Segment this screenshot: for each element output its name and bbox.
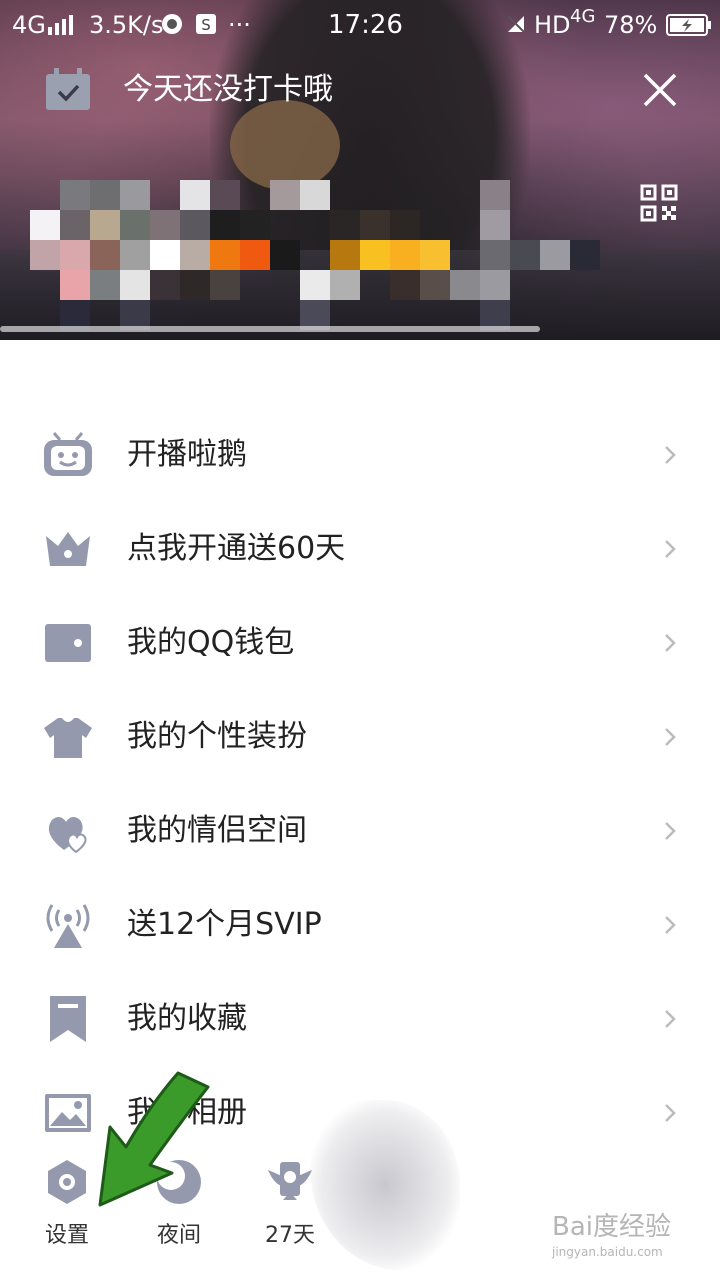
status-bar: 4G 3.5K/s S ··· 17:26 HD 4G 78% (0, 0, 720, 50)
chevron-right-icon (665, 1010, 676, 1028)
chevron-right-icon (665, 1104, 676, 1122)
annotation-arrow-icon (98, 1071, 210, 1207)
more-notifications-dots: ··· (228, 11, 251, 39)
menu-label: 点我开通送60天 (127, 531, 346, 566)
svg-text:S: S (201, 16, 211, 34)
chevron-right-icon (665, 540, 676, 558)
menu-item-svip-offer[interactable]: 送12个月SVIP (0, 878, 720, 972)
clock: 17:26 (328, 10, 403, 40)
header-edge-highlight (0, 326, 540, 332)
days-label: 27天 (265, 1223, 315, 1248)
photo-icon (45, 1094, 91, 1132)
winged-badge-icon (268, 1162, 312, 1200)
app-notification-icon (162, 14, 182, 34)
tshirt-icon (44, 718, 92, 758)
chevron-right-icon (665, 916, 676, 934)
menu-label: 送12个月SVIP (127, 907, 322, 942)
checkin-bar[interactable]: 今天还没打卡哦 (0, 60, 720, 120)
close-icon[interactable] (640, 70, 680, 110)
menu-item-favorites[interactable]: 我的收藏 (0, 972, 720, 1066)
menu-item-couple-space[interactable]: 我的情侣空间 (0, 784, 720, 878)
broadcast-icon (46, 904, 90, 948)
wallet-icon (45, 624, 91, 662)
crown-icon (46, 532, 90, 566)
bookmark-icon (50, 996, 86, 1042)
watermark-url: jingyan.baidu.com (552, 1245, 663, 1259)
sogou-notification-icon: S (196, 14, 216, 34)
menu-item-live[interactable]: 开播啦鹅 (0, 408, 720, 502)
mute-icon (507, 15, 525, 33)
hd-indicator: HD (534, 11, 571, 39)
chevron-right-icon (665, 728, 676, 746)
battery-percent: 78% (604, 11, 658, 39)
network-type: 4G (12, 11, 46, 39)
drawer-menu: 开播啦鹅 点我开通送60天 我的QQ钱包 我的个性装扮 我的情侣空间 送12个月… (0, 408, 720, 1160)
menu-label: 我的QQ钱包 (127, 625, 295, 660)
profile-header (0, 0, 720, 340)
settings-label: 设置 (44, 1223, 89, 1248)
calendar-check-icon[interactable] (44, 68, 92, 112)
chevron-right-icon (665, 822, 676, 840)
hearts-icon (48, 816, 87, 854)
chevron-right-icon (665, 634, 676, 652)
battery-icon (666, 14, 711, 36)
network-4g-indicator: 4G (570, 6, 596, 27)
menu-label: 我的收藏 (127, 1001, 247, 1036)
tv-robot-icon (44, 432, 92, 476)
signal-icon (48, 15, 73, 35)
menu-label: 我的情侣空间 (127, 813, 307, 848)
menu-item-personalize[interactable]: 我的个性装扮 (0, 690, 720, 784)
watermark-logo: Bai度经验 (552, 1212, 671, 1242)
settings-gear-icon (48, 1160, 86, 1204)
menu-item-vip-offer[interactable]: 点我开通送60天 (0, 502, 720, 596)
menu-label: 开播啦鹅 (127, 437, 247, 472)
checkin-title[interactable]: 今天还没打卡哦 (123, 70, 333, 110)
night-mode-label: 夜间 (156, 1223, 201, 1248)
menu-item-wallet[interactable]: 我的QQ钱包 (0, 596, 720, 690)
menu-label: 我的个性装扮 (127, 719, 307, 754)
qr-code-icon[interactable] (640, 184, 678, 222)
network-speed: 3.5K/s (89, 11, 164, 39)
chevron-right-icon (665, 446, 676, 464)
